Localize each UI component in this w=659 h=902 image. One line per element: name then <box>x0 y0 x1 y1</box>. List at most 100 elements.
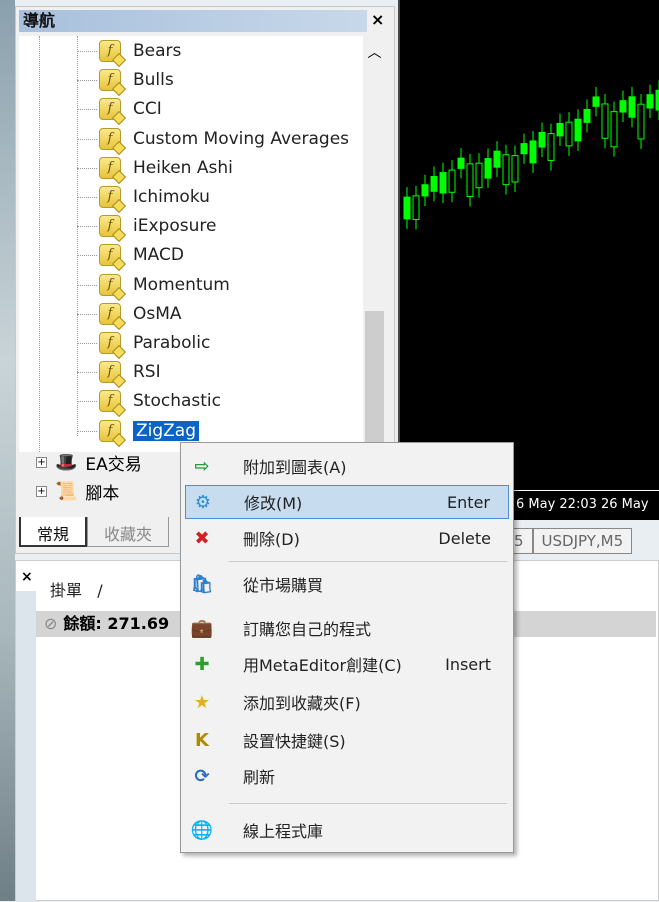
indicator-label: Heiken Ashi <box>133 157 233 178</box>
tree-item-indicator[interactable]: f OsMA <box>77 301 182 327</box>
column-header[interactable]: 掛單 / <box>50 577 103 601</box>
candle <box>556 122 564 137</box>
menu-item[interactable]: ★ 添加到收藏夾(F) <box>185 685 509 719</box>
menu-shortcut: Delete <box>438 528 491 548</box>
menu-item-label: 訂購您自己的程式 <box>243 620 372 639</box>
expand-icon[interactable]: + <box>36 486 47 497</box>
indicator-icon: f <box>99 302 121 325</box>
indicator-icon: f <box>99 390 121 413</box>
menu-item-label: 設置快捷鍵(S) <box>243 732 346 751</box>
terminal-sidebar <box>16 591 36 902</box>
menu-item[interactable]: ✚ 用MetaEditor創建(C) Insert <box>185 647 509 681</box>
hotkey-icon: K <box>195 729 209 751</box>
tree-item-indicator[interactable]: f Bears <box>77 38 181 64</box>
menu-item[interactable]: ⇨ 附加到圖表(A) <box>185 449 509 483</box>
candle <box>421 184 429 197</box>
candle <box>448 169 456 193</box>
price-chart[interactable] <box>398 0 659 490</box>
context-menu: ⇨ 附加到圖表(A) ⚙ 修改(M) Enter ✖ 刪除(D) Delete 🛍 從市場購買 💼 訂… <box>180 442 514 853</box>
navigator-title: 導航 <box>19 10 367 32</box>
globe-icon: 🌐 <box>190 819 214 841</box>
star-icon: ★ <box>193 691 211 713</box>
menu-item[interactable]: 💼 訂購您自己的程式 <box>185 611 509 645</box>
candle <box>403 196 411 220</box>
candle <box>610 111 618 148</box>
candle <box>466 163 474 197</box>
indicator-label: Ichimoku <box>133 187 210 207</box>
indicator-icon: f <box>99 69 121 92</box>
menu-item[interactable]: ⚙ 修改(M) Enter <box>185 485 509 519</box>
time-axis-label: 6 May 22:03 26 May <box>516 497 649 512</box>
indicator-label: Custom Moving Averages <box>133 128 350 149</box>
candle <box>502 154 510 186</box>
tree-item-indicator[interactable]: f MACD <box>77 242 184 268</box>
tree-item-indicator[interactable]: f Heiken Ashi <box>77 155 233 181</box>
menu-item-label: 刪除(D) <box>243 530 300 549</box>
indicator-label: Bulls <box>133 70 174 91</box>
indicator-label: Stochastic <box>133 391 221 412</box>
candle <box>637 103 645 140</box>
delete-icon: ✖ <box>194 527 210 549</box>
candle <box>511 155 519 183</box>
indicator-label: iExposure <box>133 216 217 237</box>
chart-tabs: 5 USDJPY,M5 <box>505 528 633 554</box>
indicator-label: MACD <box>133 245 184 266</box>
candle <box>484 158 492 179</box>
menu-item[interactable]: 🌐 線上程式庫 <box>185 813 509 847</box>
scrollbar[interactable]: ︿ <box>363 36 386 452</box>
indicator-icon: f <box>99 361 121 384</box>
tree-item-indicator[interactable]: f CCI <box>77 96 162 122</box>
tree-item-indicator[interactable]: f Stochastic <box>77 388 221 414</box>
candle <box>412 195 420 221</box>
indicator-label: OsMA <box>133 303 182 324</box>
balance-text: 餘額: 271.69 <box>63 614 170 633</box>
scroll-up-icon[interactable]: ︿ <box>363 42 386 62</box>
briefcase-icon: 💼 <box>190 617 214 639</box>
indicator-label: Parabolic <box>133 333 211 353</box>
tree-item-indicator[interactable]: f Momentum <box>77 272 230 298</box>
tree-item-indicator[interactable]: f RSI <box>77 359 161 385</box>
menu-item[interactable]: ⟳ 刷新 <box>185 759 509 793</box>
menu-item[interactable]: 🛍 從市場購買 <box>185 567 509 601</box>
tree-folder[interactable]: + 📜 腳本 <box>36 479 119 504</box>
tab-navigator[interactable]: 收藏夾 <box>87 517 170 547</box>
chart-tab-usdjpy[interactable]: USDJPY,M5 <box>532 528 633 554</box>
menu-item-label: 線上程式庫 <box>243 822 324 841</box>
indicator-icon: f <box>99 215 121 238</box>
tree-item-indicator[interactable]: f ZigZag <box>77 418 200 444</box>
close-icon[interactable]: × <box>371 10 384 29</box>
scrollbar-thumb[interactable] <box>365 311 384 449</box>
tree-folder[interactable]: + 🎩 EA交易 <box>36 450 142 475</box>
indicator-icon: f <box>99 186 121 208</box>
menu-item[interactable]: K 設置快捷鍵(S) <box>185 723 509 757</box>
indicator-icon: f <box>99 127 121 150</box>
plus-icon: ✚ <box>194 653 210 675</box>
expand-icon[interactable]: + <box>36 457 47 468</box>
folder-label: 腳本 <box>85 484 120 504</box>
tree-item-indicator[interactable]: f Parabolic <box>77 330 211 356</box>
candle <box>601 103 609 139</box>
attach-chart-icon: ⇨ <box>194 455 210 477</box>
indicator-icon: f <box>99 273 121 296</box>
tree-item-indicator[interactable]: f Ichimoku <box>77 184 210 210</box>
close-icon[interactable]: × <box>21 569 33 585</box>
indicator-label: ZigZag <box>133 420 200 441</box>
candle <box>592 96 600 107</box>
candle <box>439 172 447 194</box>
tab-navigator[interactable]: 常規 <box>19 517 88 547</box>
menu-item-label: 用MetaEditor創建(C) <box>243 656 402 675</box>
indicator-icon: f <box>99 244 121 267</box>
navigator-tree: f Bears f Bulls f CCI f Custom Moving Averages f… <box>19 36 386 452</box>
indicator-label: Momentum <box>133 274 230 295</box>
indicator-icon: f <box>99 332 121 354</box>
menu-separator <box>229 561 507 562</box>
menu-item-label: 添加到收藏夾(F) <box>243 694 361 713</box>
market-bag-icon: 🛍 <box>190 573 214 595</box>
tree-item-indicator[interactable]: f Custom Moving Averages <box>77 126 350 152</box>
tree-item-indicator[interactable]: f iExposure <box>77 213 217 239</box>
tree-item-indicator[interactable]: f Bulls <box>77 67 174 93</box>
menu-item-label: 附加到圖表(A) <box>243 458 347 477</box>
candle <box>547 133 555 161</box>
indicator-icon: f <box>99 156 121 179</box>
menu-item[interactable]: ✖ 刪除(D) Delete <box>185 521 509 555</box>
